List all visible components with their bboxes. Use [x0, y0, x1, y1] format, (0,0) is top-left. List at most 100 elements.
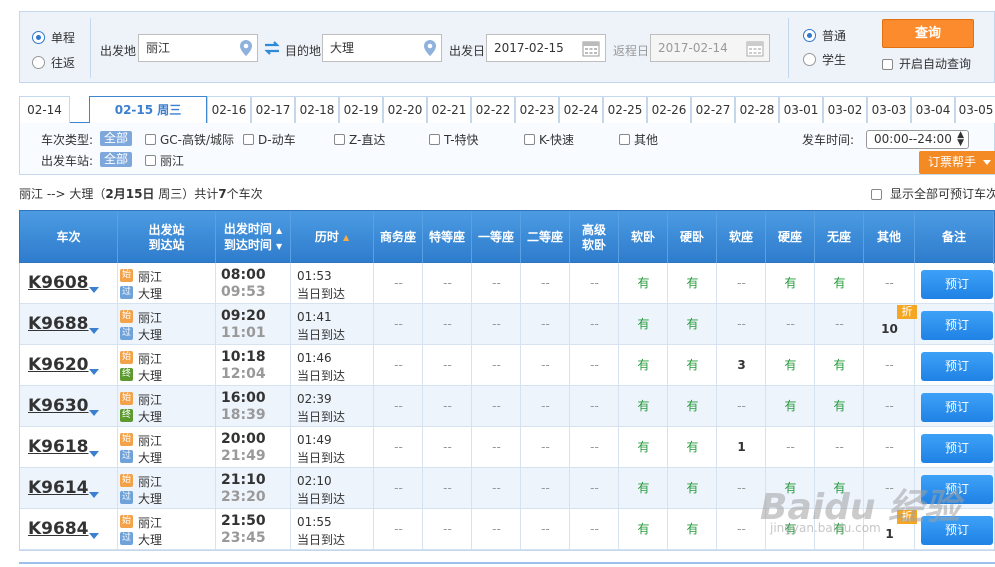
date-tab[interactable]: 03-01 [779, 96, 823, 123]
expand-stops-icon[interactable] [89, 287, 99, 293]
return-date-input[interactable]: 2017-02-14 [650, 34, 770, 62]
calendar-icon[interactable] [582, 40, 600, 57]
summary-week: 周三 [158, 187, 183, 201]
start-station-badge: 始 [120, 392, 133, 405]
date-tab[interactable]: 02-28 [735, 96, 779, 123]
end-station-badge: 过 [120, 491, 133, 504]
date-tab[interactable]: 02-24 [559, 96, 603, 123]
date-tab[interactable]: 02-25 [603, 96, 647, 123]
book-button[interactable]: 预订 [921, 311, 993, 340]
seat-availability: 有 [637, 317, 650, 331]
date-tab[interactable]: 02-14 [19, 96, 70, 123]
one-way-radio[interactable] [32, 31, 45, 44]
seat-availability: 有 [784, 399, 797, 413]
header-time[interactable]: 出发时间 ▲ 到达时间 ▼ [216, 211, 291, 264]
header-seat: 一等座 [472, 211, 521, 264]
book-button[interactable]: 预订 [921, 434, 993, 463]
header-seat: 商务座 [374, 211, 423, 264]
start-station-badge: 始 [120, 474, 133, 487]
header-seat: 特等座 [423, 211, 472, 264]
from-station: 丽江 [138, 434, 163, 448]
date-tab[interactable]: 03-05 [955, 96, 995, 123]
expand-stops-icon[interactable] [89, 328, 99, 334]
book-button[interactable]: 预订 [921, 393, 993, 422]
swap-stations-icon[interactable] [263, 40, 281, 56]
ticket-student-radio[interactable] [803, 53, 816, 66]
date-tab[interactable]: 03-03 [867, 96, 911, 123]
summary-date: 2月15日 [105, 187, 155, 201]
header-seat-label: 软卧 [630, 230, 655, 244]
book-button[interactable]: 预订 [921, 270, 993, 299]
arrive-day: 当日到达 [297, 369, 346, 383]
date-tab[interactable]: 02-26 [647, 96, 691, 123]
type-checkbox-k[interactable] [524, 134, 535, 145]
divider [90, 18, 91, 78]
date-tab[interactable]: 02-20 [383, 96, 427, 123]
expand-stops-icon[interactable] [89, 369, 99, 375]
seat-availability: -- [394, 276, 403, 290]
date-tab[interactable]: 02-15 周三 [89, 96, 207, 124]
date-tab[interactable]: 02-17 [251, 96, 295, 123]
station-checkbox[interactable] [145, 155, 156, 166]
train-number-link[interactable]: K9620 [28, 355, 89, 375]
show-all-checkbox[interactable] [871, 189, 882, 200]
seat-availability: -- [394, 440, 403, 454]
seat-availability: 有 [833, 358, 846, 372]
type-checkbox-d[interactable] [243, 134, 254, 145]
query-button[interactable]: 查询 [882, 19, 974, 48]
expand-stops-icon[interactable] [89, 451, 99, 457]
date-tab[interactable]: 02-23 [515, 96, 559, 123]
date-tab[interactable]: 02-18 [295, 96, 339, 123]
end-station-badge: 过 [120, 450, 133, 463]
train-number-link[interactable]: K9630 [28, 396, 89, 416]
station-label: 丽江 [160, 154, 185, 168]
header-depart-time[interactable]: 出发时间 ▲ [224, 222, 282, 238]
to-station-input[interactable]: 大理 [322, 34, 442, 62]
seat-availability: 有 [784, 358, 797, 372]
expand-stops-icon[interactable] [89, 533, 99, 539]
train-number-link[interactable]: K9614 [28, 478, 89, 498]
date-tab[interactable]: 03-02 [823, 96, 867, 123]
train-number-link[interactable]: K9608 [28, 273, 89, 293]
type-label-other: 其他 [634, 133, 659, 147]
book-button[interactable]: 预订 [921, 352, 993, 381]
date-tab[interactable]: 02-16 [207, 96, 251, 123]
train-number-link[interactable]: K9688 [28, 314, 89, 334]
header-seat-label: 高级 软卧 [581, 222, 606, 252]
date-tab[interactable]: 03-04 [911, 96, 955, 123]
type-checkbox-z[interactable] [334, 134, 345, 145]
train-type-all-tag[interactable]: 全部 [100, 131, 133, 146]
header-arrive-time[interactable]: 到达时间 ▼ [224, 238, 282, 254]
round-trip-radio[interactable] [32, 56, 45, 69]
expand-stops-icon[interactable] [89, 410, 99, 416]
seat-availability: -- [885, 276, 894, 290]
expand-stops-icon[interactable] [89, 492, 99, 498]
arrive-time: 11:01 [221, 325, 266, 341]
seat-availability: -- [885, 440, 894, 454]
depart-time-select[interactable]: 00:00--24:00 ▲ ▼ [866, 130, 969, 149]
type-checkbox-t[interactable] [429, 134, 440, 145]
ticket-normal-radio[interactable] [803, 29, 816, 42]
seat-availability: -- [443, 399, 452, 413]
seat-availability: -- [786, 440, 795, 454]
header-seat-label: 商务座 [379, 230, 416, 244]
train-number-link[interactable]: K9618 [28, 437, 89, 457]
depart-time: 16:00 [221, 390, 266, 406]
header-duration[interactable]: 历时 ▲ [291, 211, 374, 264]
date-tab[interactable]: 02-22 [471, 96, 515, 123]
date-tab[interactable]: 02-19 [339, 96, 383, 123]
chevron-down-icon [983, 160, 991, 165]
arrive-day: 当日到达 [297, 451, 346, 465]
date-tab[interactable]: 02-21 [427, 96, 471, 123]
type-checkbox-gc[interactable] [145, 134, 156, 145]
train-number-link[interactable]: K9684 [28, 519, 89, 539]
calendar-icon[interactable] [746, 40, 764, 57]
auto-query-checkbox[interactable] [882, 59, 893, 70]
date-tab[interactable]: 02-27 [691, 96, 735, 123]
station-all-tag[interactable]: 全部 [100, 152, 133, 167]
type-checkbox-other[interactable] [619, 134, 630, 145]
booking-helper-button[interactable]: 订票帮手 [919, 151, 995, 174]
depart-date-input[interactable]: 2017-02-15 [486, 34, 606, 62]
from-station-input[interactable]: 丽江 [138, 34, 258, 62]
arrive-time: 23:45 [221, 530, 266, 546]
